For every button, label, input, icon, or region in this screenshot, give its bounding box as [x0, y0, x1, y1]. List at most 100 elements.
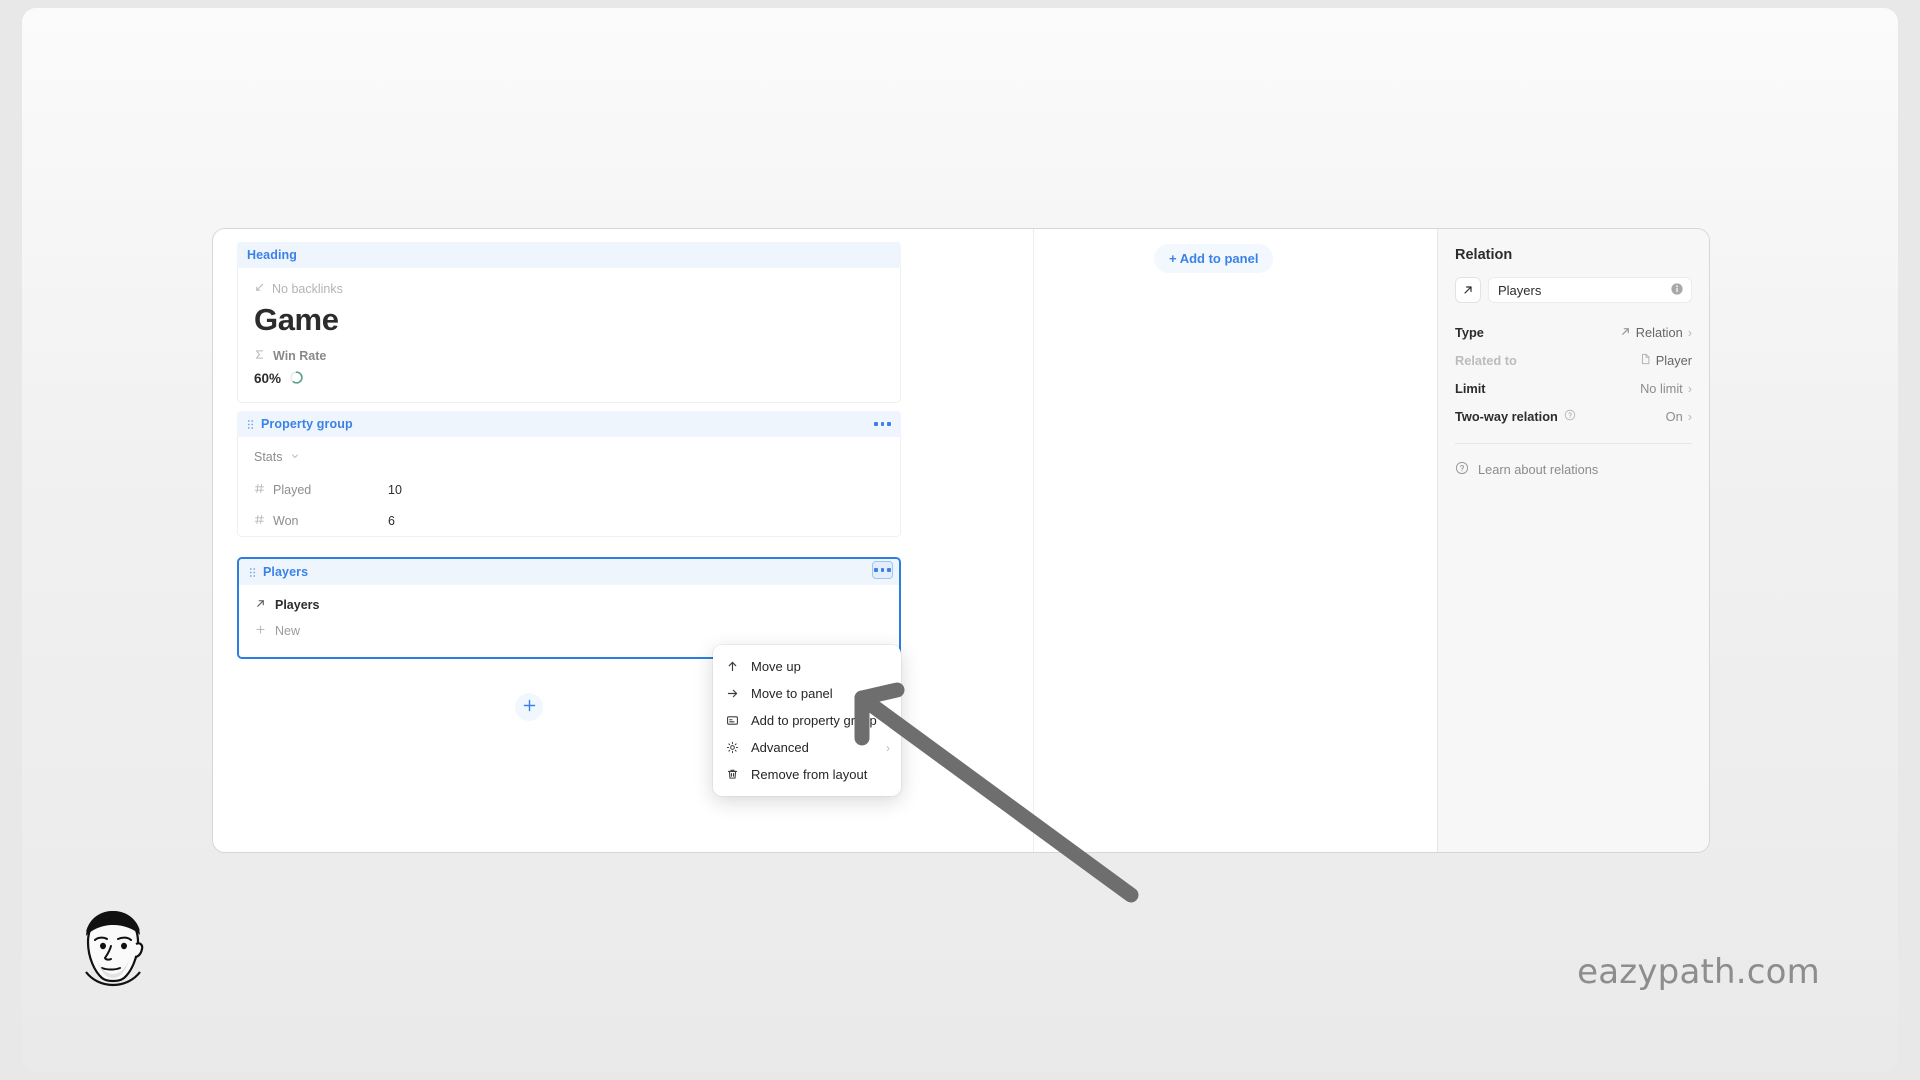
context-menu-item-label: Move up: [751, 659, 801, 674]
context-menu-item-label: Move to panel: [751, 686, 833, 701]
document-icon: [1640, 353, 1651, 368]
sidebar-row-related-to[interactable]: Related to Player: [1455, 347, 1692, 374]
arrow-down-left-icon: [254, 282, 265, 296]
ellipsis-dot: [887, 422, 891, 426]
trash-icon: [725, 768, 740, 781]
winrate-property-label-row[interactable]: Win Rate: [254, 349, 884, 363]
backlinks-row[interactable]: No backlinks: [254, 282, 884, 296]
property-group-more-button[interactable]: [872, 415, 893, 433]
sidebar-row-label: Type: [1455, 325, 1484, 340]
players-block-label: Players: [239, 559, 899, 585]
relation-sidebar-content: Relation Players Type Relation › Related…: [1438, 229, 1709, 478]
context-menu-item-move-to-panel[interactable]: Move to panel: [713, 680, 901, 707]
hash-icon: [254, 514, 265, 528]
property-key: Played: [254, 483, 388, 497]
avatar: [85, 911, 144, 987]
progress-ring-icon: [289, 370, 304, 388]
drag-handle-icon[interactable]: [247, 419, 254, 430]
add-to-panel-label: + Add to panel: [1169, 251, 1259, 266]
page-title[interactable]: Game: [254, 302, 884, 338]
property-row[interactable]: Won 6: [254, 509, 884, 533]
chevron-right-icon: ›: [1687, 325, 1692, 340]
hash-icon: [254, 483, 265, 497]
sidebar-row-label: Limit: [1455, 381, 1486, 396]
ellipsis-dot: [874, 568, 878, 572]
heading-block-label: Heading: [237, 242, 901, 268]
gear-icon: [725, 741, 740, 754]
heading-block-body: No backlinks Game Win Rate 60%: [237, 268, 901, 403]
stats-section-label: Stats: [254, 450, 283, 464]
sidebar-row-type[interactable]: Type Relation ›: [1455, 319, 1692, 346]
sidebar-row-limit[interactable]: Limit No limit ›: [1455, 375, 1692, 402]
property-value[interactable]: 6: [388, 514, 395, 528]
sidebar-row-value: Relation: [1635, 325, 1683, 340]
main-content-column: Heading No backlinks Game Win Rate 60% P…: [213, 229, 1033, 852]
ellipsis-dot: [874, 422, 878, 426]
arrow-right-icon: [725, 687, 740, 700]
property-group-body: Stats Played 10 Won 6: [237, 437, 901, 537]
arrow-up-icon: [725, 660, 740, 673]
context-menu-item-label: Add to property group: [751, 713, 877, 728]
stats-section-toggle[interactable]: Stats: [254, 450, 884, 464]
chevron-right-icon: ›: [1687, 381, 1692, 396]
sidebar-row-two-way-relation[interactable]: Two-way relation On ›: [1455, 403, 1692, 430]
add-to-panel-button[interactable]: + Add to panel: [1154, 244, 1274, 273]
panel-column: + Add to panel: [1033, 229, 1437, 852]
property-group-label-text: Property group: [261, 417, 353, 431]
players-new-label: New: [275, 624, 301, 638]
players-block-selection-outline: Players Players New: [237, 557, 901, 659]
sidebar-row-label-wrap: Two-way relation: [1455, 409, 1576, 424]
sidebar-title: Relation: [1455, 247, 1513, 263]
sidebar-row-value: Player: [1655, 353, 1692, 368]
question-circle-icon[interactable]: [1564, 409, 1576, 424]
relation-name-input[interactable]: Players: [1488, 277, 1692, 303]
arrow-up-right-icon: [1620, 325, 1631, 340]
players-relation-row[interactable]: Players: [255, 598, 883, 612]
chevron-right-icon: ›: [1687, 409, 1692, 424]
ellipsis-dot: [880, 422, 885, 426]
property-group-label: Property group: [237, 411, 901, 437]
screenshot-root: Heading No backlinks Game Win Rate 60% P…: [0, 0, 1920, 1080]
card-icon: [725, 714, 740, 727]
heading-block[interactable]: Heading No backlinks Game Win Rate 60%: [237, 242, 901, 403]
app-window: Heading No backlinks Game Win Rate 60% P…: [212, 228, 1710, 853]
relation-name-value: Players: [1498, 282, 1542, 298]
context-menu-item-move-up[interactable]: Move up: [713, 653, 901, 680]
property-value[interactable]: 10: [388, 483, 402, 497]
watermark: eazypath.com: [1577, 952, 1820, 992]
sidebar-row-value-wrap: Relation ›: [1620, 325, 1692, 340]
learn-about-relations-link[interactable]: Learn about relations: [1455, 444, 1692, 478]
relation-name-row: Players: [1455, 277, 1692, 303]
winrate-value: 60%: [254, 371, 282, 387]
context-menu-item-label: Advanced: [751, 740, 809, 755]
drag-handle-icon[interactable]: [249, 567, 256, 578]
players-new-row[interactable]: New: [255, 624, 883, 638]
sidebar-row-value-wrap: On ›: [1666, 409, 1692, 424]
sidebar-row-value-wrap: No limit ›: [1640, 381, 1692, 396]
context-menu-item-remove-from-layout[interactable]: Remove from layout: [713, 761, 901, 788]
relation-sidebar: Relation Players Type Relation › Related…: [1437, 229, 1709, 852]
question-circle-icon: [1455, 461, 1469, 478]
plus-icon: [255, 624, 266, 638]
sidebar-row-value: No limit: [1640, 381, 1683, 396]
add-block-button[interactable]: [515, 693, 543, 721]
backlinks-label: No backlinks: [272, 282, 343, 296]
property-key-label: Won: [273, 514, 299, 528]
winrate-value-row: 60%: [254, 370, 884, 388]
context-menu-item-advanced[interactable]: Advanced ›: [713, 734, 901, 761]
sidebar-row-label: Two-way relation: [1455, 409, 1558, 424]
info-icon[interactable]: [1670, 282, 1684, 299]
context-menu-item-add-to-property-group[interactable]: Add to property group: [713, 707, 901, 734]
block-context-menu: Move up Move to panel Add to property gr…: [713, 645, 901, 796]
sidebar-row-label: Related to: [1455, 353, 1517, 368]
property-row[interactable]: Played 10: [254, 478, 884, 502]
chevron-down-icon: [290, 450, 300, 464]
players-more-button[interactable]: [872, 561, 893, 579]
property-key: Won: [254, 514, 388, 528]
property-key-label: Played: [273, 483, 312, 497]
arrow-up-right-icon[interactable]: [1455, 277, 1481, 303]
sidebar-row-value: On: [1665, 409, 1683, 424]
players-block[interactable]: Players Players New: [237, 557, 901, 659]
property-group-block[interactable]: Property group Stats Played 10 Won 6: [237, 411, 901, 537]
winrate-label: Win Rate: [273, 348, 327, 363]
